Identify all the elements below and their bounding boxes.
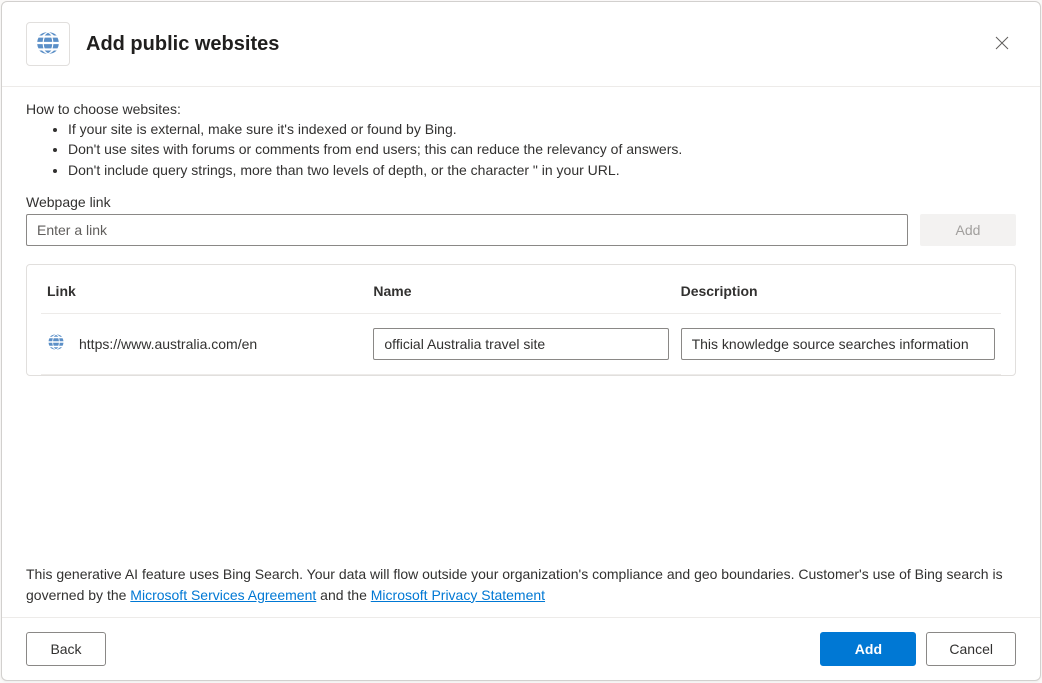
privacy-statement-link[interactable]: Microsoft Privacy Statement: [371, 587, 545, 603]
services-agreement-link[interactable]: Microsoft Services Agreement: [130, 587, 316, 603]
disclaimer: This generative AI feature uses Bing Sea…: [26, 544, 1016, 605]
add-link-button[interactable]: Add: [920, 214, 1016, 246]
table-row: https://www.australia.com/en: [41, 313, 1001, 374]
webpage-link-row: Add: [26, 214, 1016, 246]
link-cell: https://www.australia.com/en: [47, 333, 361, 354]
row-name-input[interactable]: [373, 328, 668, 360]
dialog-body: How to choose websites: If your site is …: [2, 87, 1040, 617]
instructions: How to choose websites: If your site is …: [26, 101, 1016, 180]
add-public-websites-dialog: Add public websites How to choose websit…: [1, 1, 1041, 681]
row-link-text: https://www.australia.com/en: [79, 336, 257, 352]
dialog-title: Add public websites: [86, 33, 972, 56]
globe-icon: [35, 30, 61, 59]
instruction-item: Don't include query strings, more than t…: [68, 160, 1016, 180]
dialog-header: Add public websites: [2, 2, 1040, 87]
webpage-link-input[interactable]: [26, 214, 908, 246]
instruction-item: If your site is external, make sure it's…: [68, 119, 1016, 139]
cancel-button[interactable]: Cancel: [926, 632, 1016, 666]
instructions-list: If your site is external, make sure it's…: [68, 119, 1016, 180]
disclaimer-text-2: and the: [320, 587, 371, 603]
close-icon: [995, 36, 1009, 53]
header-icon-box: [26, 22, 70, 66]
add-button[interactable]: Add: [820, 632, 916, 666]
row-description-input[interactable]: [681, 328, 995, 360]
column-header-description: Description: [675, 269, 1001, 314]
websites-table-card: Link Name Description https://www.austr: [26, 264, 1016, 376]
websites-table: Link Name Description https://www.austr: [41, 269, 1001, 375]
webpage-link-label: Webpage link: [26, 194, 1016, 210]
globe-icon: [47, 333, 65, 354]
instructions-heading: How to choose websites:: [26, 101, 1016, 117]
instruction-item: Don't use sites with forums or comments …: [68, 139, 1016, 159]
close-button[interactable]: [988, 30, 1016, 58]
back-button[interactable]: Back: [26, 632, 106, 666]
column-header-name: Name: [367, 269, 674, 314]
column-header-link: Link: [41, 269, 367, 314]
dialog-footer: Back Add Cancel: [2, 617, 1040, 680]
